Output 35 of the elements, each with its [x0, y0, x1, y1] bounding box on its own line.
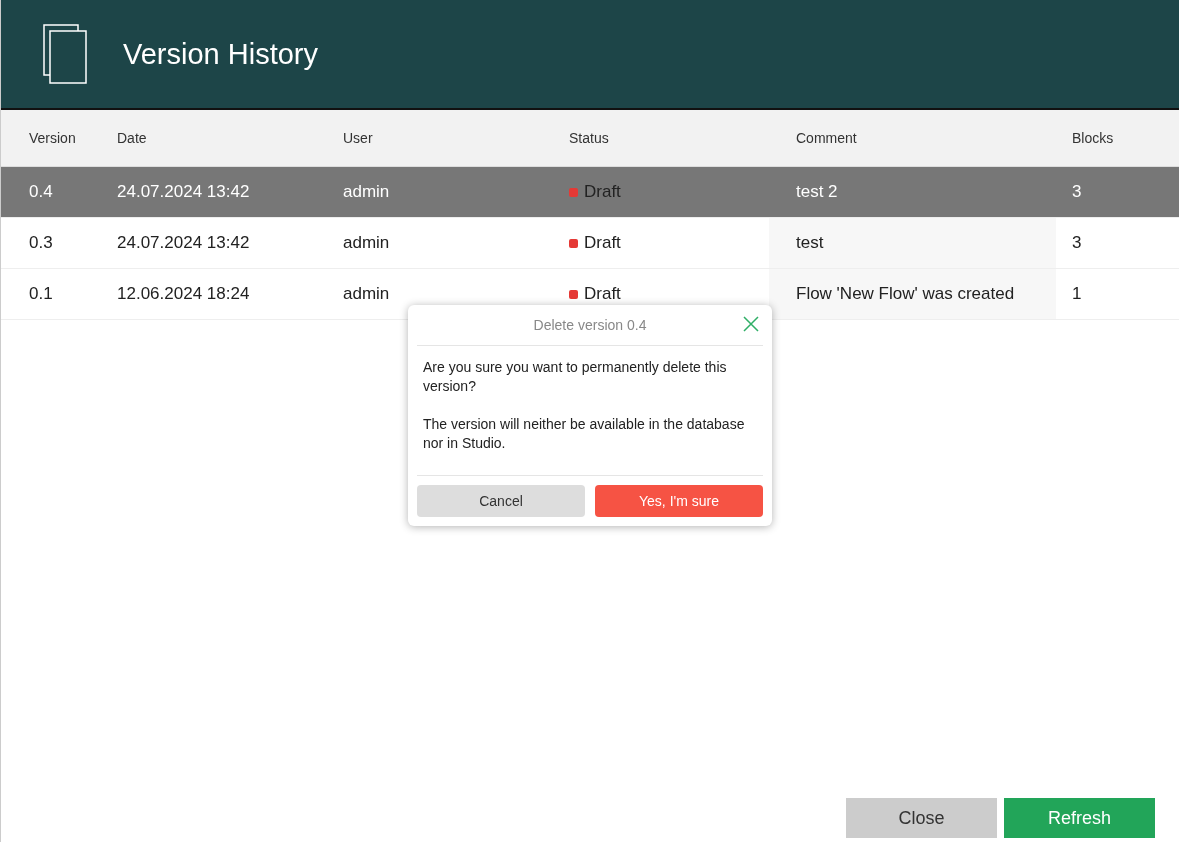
- table-cell-text: 0.1: [28, 283, 54, 305]
- column-header: Blocks: [1071, 130, 1115, 146]
- dialog-title: Delete version 0.4: [533, 317, 647, 333]
- table-cell: test: [769, 218, 1056, 268]
- status-text: Draft: [584, 182, 621, 202]
- table-cell-text: 1: [1071, 283, 1083, 305]
- table-cell-text: test 2: [795, 181, 839, 203]
- table-cell-text: admin: [342, 283, 391, 305]
- documents-icon: [43, 24, 87, 84]
- table-cell: Flow 'New Flow' was created: [769, 269, 1056, 319]
- window-title: Version History: [123, 37, 318, 71]
- table-cell-text: 24.07.2024 13:42: [116, 181, 251, 203]
- dialog-message: The version will neither be available in the database nor in Studio.: [423, 415, 746, 453]
- table-cell-text: admin: [342, 181, 391, 203]
- status-text: Draft: [584, 233, 621, 253]
- table-row[interactable]: 0.3 24.07.2024 13:42 admin Draft test 3: [1, 218, 1179, 269]
- status-text: Draft: [584, 284, 621, 304]
- table-cell-text: 12.06.2024 18:24: [116, 283, 251, 305]
- dialog-message: Are you sure you want to permanently delete this version?: [423, 358, 728, 396]
- column-header: Status: [568, 130, 610, 146]
- table-cell-text: 3: [1071, 181, 1083, 203]
- table-row[interactable]: 0.4 24.07.2024 13:42 admin Draft test 2 3: [1, 167, 1179, 218]
- table-cell-text: 3: [1071, 232, 1083, 254]
- column-header: Comment: [795, 130, 858, 146]
- table-cell-text: admin: [342, 232, 391, 254]
- close-icon[interactable]: [743, 316, 759, 332]
- cancel-button[interactable]: Cancel: [417, 485, 585, 517]
- table-row[interactable]: 0.1 12.06.2024 18:24 admin Draft Flow 'New Flow' was created 1: [1, 269, 1179, 320]
- column-header: Version: [28, 130, 77, 146]
- column-header: Date: [116, 130, 148, 146]
- table-cell-text: 0.4: [28, 181, 54, 203]
- column-header: User: [342, 130, 374, 146]
- table-cell-text: 0.3: [28, 232, 54, 254]
- close-button[interactable]: Close: [846, 798, 997, 838]
- table-cell-text: 24.07.2024 13:42: [116, 232, 251, 254]
